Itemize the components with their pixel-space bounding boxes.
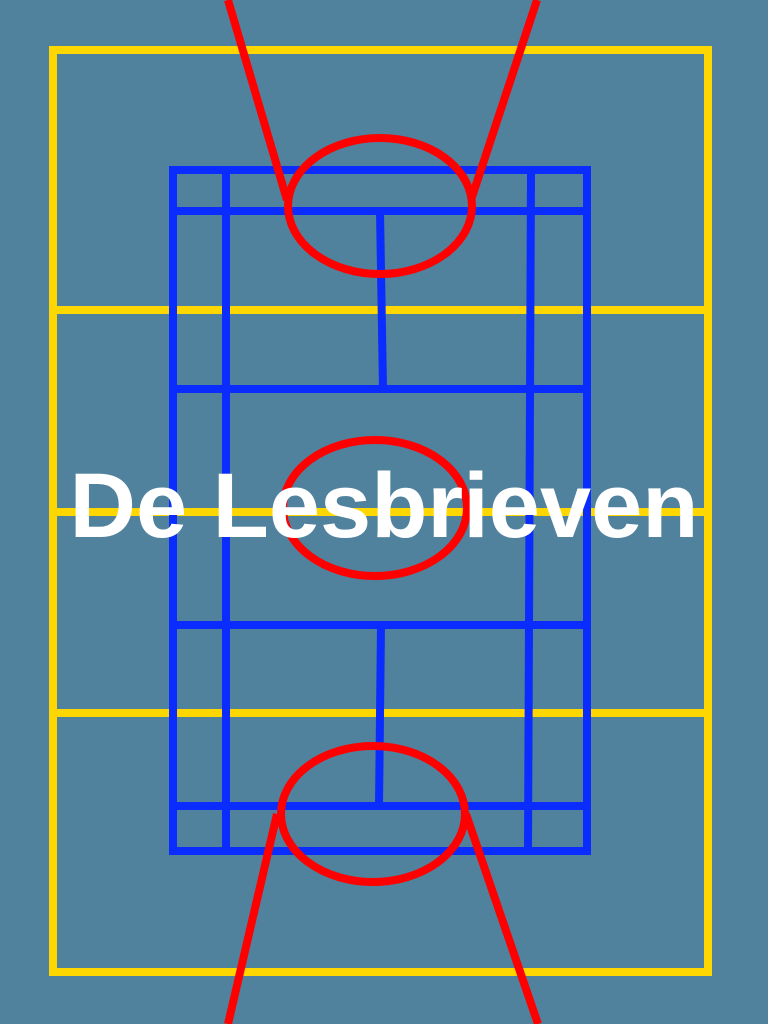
- blue-center-line-top: [376, 210, 387, 390]
- red-circle-bottom: [277, 742, 469, 886]
- title-text: De Lesbrieven: [69, 455, 699, 557]
- red-line-bottom-left: [224, 813, 281, 1024]
- blue-center-line-bottom: [375, 624, 385, 807]
